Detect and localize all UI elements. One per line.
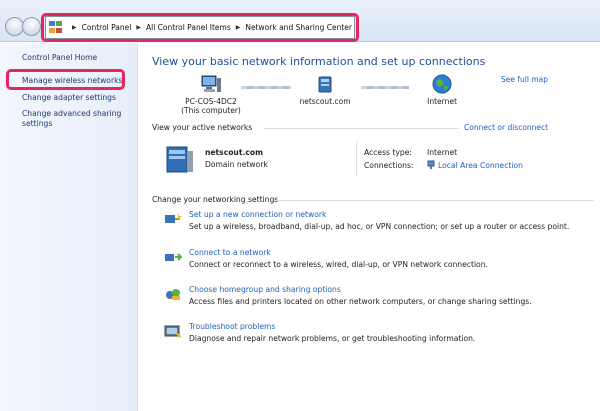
network-bench-icon <box>318 76 332 93</box>
new-connection-icon <box>165 213 182 223</box>
forward-button[interactable] <box>22 17 41 36</box>
task-desc: Set up a wireless, broadband, dial-up, a… <box>189 222 570 231</box>
map-computer-sub: (This computer) <box>181 106 241 115</box>
troubleshoot-icon <box>164 325 182 338</box>
divider <box>274 200 594 201</box>
task-title[interactable]: Choose homegroup and sharing options <box>189 285 341 294</box>
map-internet-label: Internet <box>427 97 457 106</box>
map-network-name: netscout.com <box>299 97 351 106</box>
sidebar-highlight-box <box>6 69 125 90</box>
task-desc: Access files and printers located on oth… <box>189 297 532 306</box>
access-type-label: Access type: <box>364 148 412 157</box>
map-connector-line <box>241 86 291 89</box>
map-network-node[interactable]: netscout.com <box>294 75 356 106</box>
main-content: View your basic network information and … <box>139 43 600 411</box>
task-title[interactable]: Connect to a network <box>189 248 271 257</box>
divider <box>264 128 459 129</box>
connections-value: Local Area Connection <box>427 160 523 170</box>
map-connector-line <box>361 86 409 89</box>
task-desc: Diagnose and repair network problems, or… <box>189 334 476 343</box>
sidebar-change-adapter-settings[interactable]: Change adapter settings <box>22 93 132 103</box>
connections-label: Connections: <box>364 161 414 170</box>
active-network-name: netscout.com <box>205 148 263 157</box>
see-full-map-link[interactable]: See full map <box>501 75 548 84</box>
address-highlight-box <box>41 13 359 42</box>
address-toolbar: ▶ Control Panel ▶ All Control Panel Item… <box>0 0 600 42</box>
ethernet-icon <box>427 160 435 169</box>
globe-icon <box>432 74 452 94</box>
local-area-connection-link[interactable]: Local Area Connection <box>438 161 523 170</box>
task-desc: Connect or reconnect to a wireless, wire… <box>189 260 488 269</box>
page-title: View your basic network information and … <box>152 55 486 68</box>
connect-network-icon <box>165 253 182 261</box>
access-type-value: Internet <box>427 148 458 157</box>
sidebar-control-panel-home[interactable]: Control Panel Home <box>22 53 97 62</box>
map-computer-node[interactable]: PC-COS-4DC2 (This computer) <box>176 75 246 115</box>
map-computer-name: PC-COS-4DC2 <box>185 97 237 106</box>
domain-network-icon <box>166 146 193 173</box>
sidebar-change-advanced-sharing[interactable]: Change advanced sharing settings <box>22 109 132 129</box>
task-title[interactable]: Troubleshoot problems <box>189 322 275 331</box>
task-title[interactable]: Set up a new connection or network <box>189 210 326 219</box>
divider <box>356 141 357 177</box>
connect-or-disconnect-link[interactable]: Connect or disconnect <box>464 123 548 132</box>
networking-settings-header: Change your networking settings <box>152 195 279 204</box>
active-networks-header: View your active networks <box>152 123 253 132</box>
sidebar: Control Panel Home Manage wireless netwo… <box>0 43 138 411</box>
computer-icon <box>201 75 221 92</box>
map-internet-node[interactable]: Internet <box>417 73 467 106</box>
active-network-type[interactable]: Domain network <box>205 160 268 169</box>
homegroup-icon <box>166 289 180 300</box>
